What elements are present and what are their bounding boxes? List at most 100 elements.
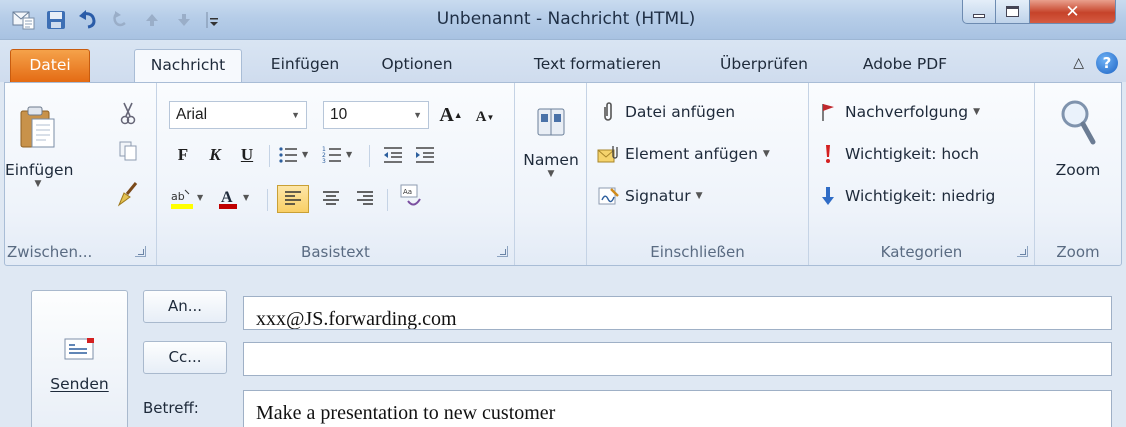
bold-icon[interactable]: F xyxy=(169,141,197,169)
envelope-attach-icon xyxy=(597,143,619,165)
svg-text:▼: ▼ xyxy=(197,193,204,202)
importance-low-label: Wichtigkeit: niedrig xyxy=(845,187,996,205)
font-name-value: Arial xyxy=(176,106,208,123)
group-include: Datei anfügen Element anfügen ▼ Signatur… xyxy=(587,83,809,265)
tags-dialog-launcher[interactable] xyxy=(1017,246,1028,257)
highlight-color-button[interactable]: ab ▼ xyxy=(167,185,211,213)
font-size-combo[interactable]: 10 ▼ xyxy=(323,101,429,129)
format-painter-icon[interactable] xyxy=(115,179,141,211)
clipboard-icon xyxy=(20,106,55,148)
maximize-button[interactable] xyxy=(996,0,1030,24)
magnifier-icon xyxy=(1061,100,1096,145)
send-icon xyxy=(64,338,94,360)
exclamation-icon xyxy=(817,143,839,165)
tab-adobe-pdf[interactable]: Adobe PDF xyxy=(855,49,955,82)
tab-datei[interactable]: Datei xyxy=(10,49,90,82)
paperclip-icon xyxy=(597,101,619,123)
zoom-label: Zoom xyxy=(1055,161,1101,179)
help-icon[interactable]: ? xyxy=(1096,52,1118,74)
chevron-down-icon: ▼ xyxy=(413,110,422,120)
increase-indent-icon[interactable] xyxy=(411,141,439,169)
names-button[interactable]: Namen ▼ xyxy=(515,105,587,179)
chevron-down-icon: ▼ xyxy=(762,149,770,159)
group-basic-text: Arial ▼ 10 ▼ A ▲ A ▼ F K U ▼ 1 2 3 ▼ ab ▼ A ▼ xyxy=(157,83,515,265)
close-button[interactable]: ✕ xyxy=(1030,0,1116,24)
numbering-icon[interactable]: 1 2 3 ▼ xyxy=(319,141,359,169)
copy-icon[interactable] xyxy=(117,139,139,167)
font-name-combo[interactable]: Arial ▼ xyxy=(169,101,307,129)
close-icon: ✕ xyxy=(1065,1,1080,22)
align-right-icon[interactable] xyxy=(351,185,379,213)
chevron-down-icon: ▼ xyxy=(291,110,300,120)
arrow-down-blue-icon xyxy=(817,185,839,207)
minimize-button[interactable] xyxy=(962,0,996,24)
flag-icon xyxy=(817,101,839,123)
title-bar: Unbenannt - Nachricht (HTML) ✕ xyxy=(0,0,1126,40)
attach-file-button[interactable]: Datei anfügen xyxy=(597,101,735,123)
subject-field[interactable]: Make a presentation to new customer xyxy=(243,390,1112,427)
italic-icon[interactable]: K xyxy=(201,141,229,169)
svg-text:ab: ab xyxy=(171,190,185,203)
svg-text:▼: ▼ xyxy=(302,150,309,159)
font-color-button[interactable]: A ▼ xyxy=(215,185,259,213)
followup-label: Nachverfolgung xyxy=(845,103,969,121)
group-clipboard: Einfügen ▼ Zwischen... xyxy=(5,83,157,265)
svg-text:▼: ▼ xyxy=(346,150,353,159)
svg-text:Aa: Aa xyxy=(403,188,412,196)
signature-button[interactable]: Signatur ▼ xyxy=(597,185,703,207)
names-label: Namen xyxy=(523,151,579,169)
importance-high-label: Wichtigkeit: hoch xyxy=(845,145,980,163)
basic-text-dialog-launcher[interactable] xyxy=(497,246,508,257)
svg-text:▼: ▼ xyxy=(243,193,250,202)
send-button[interactable]: Senden xyxy=(31,290,128,427)
signature-icon xyxy=(597,185,619,207)
group-label-clipboard: Zwischen... xyxy=(7,243,93,261)
attach-item-label: Element anfügen xyxy=(625,145,758,163)
minimize-icon xyxy=(973,13,985,18)
clipboard-dialog-launcher[interactable] xyxy=(135,246,146,257)
importance-low-button[interactable]: Wichtigkeit: niedrig xyxy=(817,185,995,207)
shrink-font-icon[interactable]: A ▼ xyxy=(471,103,499,131)
paste-label: Einfügen xyxy=(5,161,74,179)
chevron-down-icon: ▼ xyxy=(547,169,555,179)
tab-ueberpruefen[interactable]: Überprüfen xyxy=(712,49,816,82)
address-book-icon xyxy=(537,108,565,136)
tab-text-formatieren[interactable]: Text formatieren xyxy=(525,49,670,82)
bullets-icon[interactable]: ▼ xyxy=(275,141,315,169)
tab-optionen[interactable]: Optionen xyxy=(372,49,462,82)
to-field[interactable]: xxx@JS.forwarding.com xyxy=(243,296,1112,330)
decrease-indent-icon[interactable] xyxy=(379,141,407,169)
group-label-zoom: Zoom xyxy=(1056,243,1100,261)
svg-text:A: A xyxy=(221,189,233,206)
send-label: Senden xyxy=(32,375,127,393)
align-center-icon[interactable] xyxy=(317,185,345,213)
paste-button[interactable]: Einfügen ▼ xyxy=(5,105,74,189)
zoom-button[interactable]: Zoom xyxy=(1035,97,1121,179)
underline-icon[interactable]: U xyxy=(233,141,261,169)
message-header: Senden An... xxx@JS.forwarding.com Cc...… xyxy=(0,266,1126,427)
group-tags: Nachverfolgung ▼ Wichtigkeit: hoch Wicht… xyxy=(809,83,1035,265)
cut-icon[interactable] xyxy=(117,101,139,129)
font-size-value: 10 xyxy=(330,106,348,123)
tab-nachricht[interactable]: Nachricht xyxy=(134,49,242,83)
cc-field[interactable] xyxy=(243,342,1112,376)
followup-button[interactable]: Nachverfolgung ▼ xyxy=(817,101,980,123)
to-button[interactable]: An... xyxy=(143,290,227,323)
importance-high-button[interactable]: Wichtigkeit: hoch xyxy=(817,143,979,165)
subject-label: Betreff: xyxy=(143,399,199,417)
minimize-ribbon-icon[interactable]: △ xyxy=(1073,55,1084,71)
align-left-icon[interactable] xyxy=(277,185,309,213)
group-label-tags: Kategorien xyxy=(880,243,963,261)
grow-font-icon[interactable]: A ▲ xyxy=(437,101,465,129)
tab-einfuegen[interactable]: Einfügen xyxy=(262,49,348,82)
ribbon-tab-bar: Datei Nachricht Einfügen Optionen Text f… xyxy=(0,40,1126,83)
maximize-icon xyxy=(1006,6,1019,17)
styles-icon[interactable]: Aa xyxy=(397,183,425,211)
cc-button[interactable]: Cc... xyxy=(143,341,227,374)
ribbon: Einfügen ▼ Zwischen... Arial ▼ 10 ▼ A ▲ A… xyxy=(4,82,1122,266)
signature-label: Signatur xyxy=(625,187,691,205)
send-label-text: Senden xyxy=(50,375,109,393)
attach-item-button[interactable]: Element anfügen ▼ xyxy=(597,143,770,165)
group-label-basic-text: Basistext xyxy=(301,243,370,261)
group-label-include: Einschließen xyxy=(650,243,745,261)
